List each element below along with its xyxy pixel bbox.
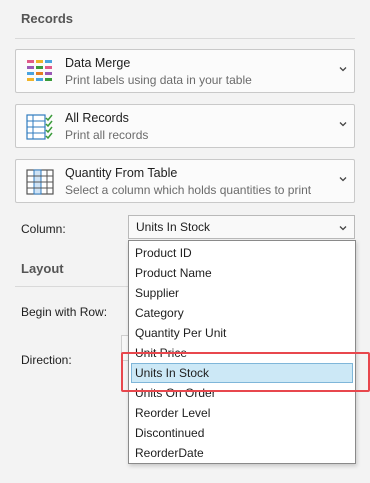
- data-merge-subtitle: Print labels using data in your table: [65, 73, 252, 87]
- all-records-subtitle: Print all records: [65, 128, 149, 142]
- data-merge-icon: [27, 60, 52, 81]
- chevron-down-icon: [339, 177, 347, 182]
- column-select-value: Units In Stock: [136, 220, 211, 234]
- data-merge-title: Data Merge: [65, 56, 131, 70]
- quantity-from-table-title: Quantity From Table: [65, 166, 178, 180]
- dropdown-option-selected[interactable]: Units In Stock: [131, 363, 353, 383]
- dropdown-option[interactable]: Quantity Per Unit: [131, 323, 353, 343]
- dropdown-option[interactable]: Category: [131, 303, 353, 323]
- direction-label: Direction:: [21, 353, 72, 367]
- begin-with-row-label: Begin with Row:: [21, 305, 108, 319]
- dropdown-option[interactable]: Discontinued: [131, 423, 353, 443]
- layout-section-title: Layout: [21, 261, 64, 276]
- dropdown-option[interactable]: Units On Order: [131, 383, 353, 403]
- chevron-down-icon: [339, 226, 347, 231]
- quantity-table-icon: [26, 169, 54, 195]
- dropdown-option[interactable]: Product ID: [131, 243, 353, 263]
- quantity-from-table-subtitle: Select a column which holds quantities t…: [65, 183, 312, 197]
- all-records-icon: [26, 114, 53, 140]
- records-divider: [15, 38, 355, 39]
- chevron-down-icon: [339, 122, 347, 127]
- column-dropdown-list: Product ID Product Name Supplier Categor…: [128, 240, 356, 464]
- quantity-from-table-option[interactable]: Quantity From Table Select a column whic…: [15, 159, 355, 203]
- dropdown-option[interactable]: Product Name: [131, 263, 353, 283]
- data-merge-option[interactable]: Data Merge Print labels using data in yo…: [15, 49, 355, 93]
- dropdown-option[interactable]: Reorder Level: [131, 403, 353, 423]
- dropdown-option[interactable]: Unit Price: [131, 343, 353, 363]
- records-section-title: Records: [21, 11, 74, 26]
- dropdown-option[interactable]: Supplier: [131, 283, 353, 303]
- all-records-title: All Records: [65, 111, 129, 125]
- all-records-option[interactable]: All Records Print all records: [15, 104, 355, 148]
- column-label: Column:: [21, 222, 66, 236]
- dropdown-option[interactable]: ReorderDate: [131, 443, 353, 463]
- column-select[interactable]: Units In Stock: [128, 215, 355, 239]
- chevron-down-icon: [339, 67, 347, 72]
